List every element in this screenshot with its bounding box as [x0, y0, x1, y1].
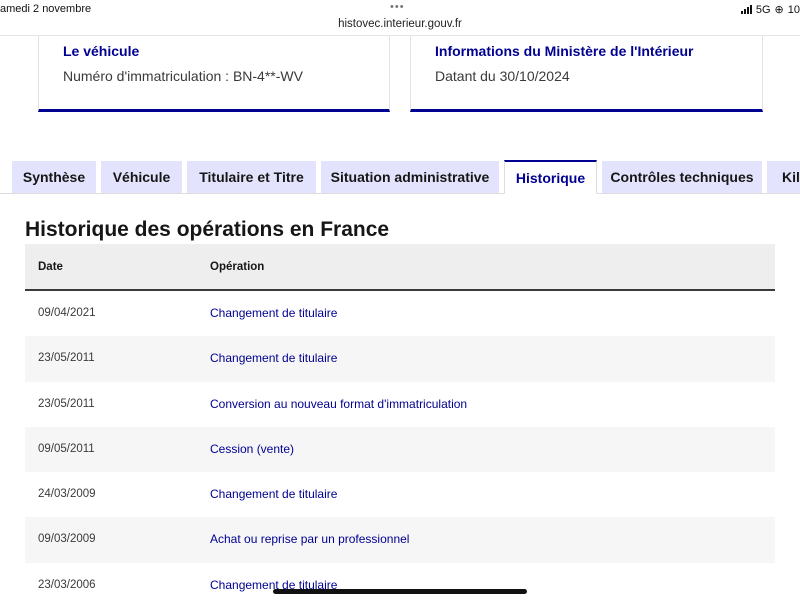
more-dots-icon[interactable]: •••: [390, 1, 405, 13]
row-operation: Conversion au nouveau format d'immatricu…: [210, 396, 468, 411]
table-header: Date Opération: [25, 244, 775, 291]
tab-titulaire-titre[interactable]: Titulaire et Titre: [187, 161, 316, 193]
table-row: 23/05/2011 Conversion au nouveau format …: [25, 381, 775, 427]
column-header-date: Date: [38, 261, 63, 273]
table-row: 09/04/2021 Changement de titulaire: [25, 291, 775, 337]
location-icon: ⊕: [774, 4, 784, 16]
row-operation: Changement de titulaire: [210, 487, 338, 502]
row-operation: Changement de titulaire: [210, 306, 338, 320]
row-date: 09/04/2021: [38, 307, 96, 319]
registration-number: Numéro d'immatriculation : BN-4**-WV: [63, 68, 303, 84]
table-row: 09/03/2009 Achat ou reprise par un profe…: [25, 517, 775, 563]
table-row: 09/05/2011 Cession (vente): [25, 426, 775, 473]
ministry-card-title: Informations du Ministère de l'Intérieur: [435, 43, 694, 59]
table-row: 24/03/2009 Changement de titulaire: [25, 472, 775, 518]
tab-synthese[interactable]: Synthèse: [12, 161, 96, 193]
table-row: 23/05/2011 Changement de titulaire: [25, 336, 775, 382]
status-indicators: 5G ⊕ 10: [740, 3, 800, 16]
row-date: 09/03/2009: [38, 533, 96, 546]
home-indicator[interactable]: [273, 589, 527, 594]
vehicle-card-title: Le véhicule: [63, 43, 140, 59]
row-operation: Achat ou reprise par un professionnel: [210, 532, 410, 547]
row-operation: Cession (vente): [210, 441, 295, 456]
row-operation: Changement de titulaire: [210, 351, 338, 366]
signal-icon: [740, 5, 752, 14]
row-date: 23/03/2006: [38, 578, 96, 591]
page-title: Historique des opérations en France: [25, 218, 390, 241]
row-date: 23/05/2011: [38, 397, 95, 410]
tab-historique[interactable]: Historique: [504, 160, 597, 194]
history-table: Date Opération 09/04/2021 Changement de …: [25, 244, 775, 600]
tab-controles-techniques[interactable]: Contrôles techniques: [602, 161, 762, 193]
ministry-card: Informations du Ministère de l'Intérieur…: [410, 36, 763, 112]
row-date: 23/05/2011: [38, 352, 95, 365]
data-date: Datant du 30/10/2024: [435, 68, 570, 84]
status-datetime: amedi 2 novembre: [0, 3, 92, 15]
battery-label: 10: [787, 3, 800, 16]
tab-kilometrage[interactable]: Kilo: [767, 161, 800, 193]
column-header-operation: Opération: [210, 261, 265, 273]
row-date: 24/03/2009: [38, 488, 96, 501]
tab-vehicule[interactable]: Véhicule: [101, 161, 182, 193]
address-bar-url[interactable]: histovec.interieur.gouv.fr: [0, 18, 800, 30]
tab-bar: Synthèse Véhicule Titulaire et Titre Sit…: [0, 160, 800, 194]
status-bar: amedi 2 novembre ••• histovec.interieur.…: [0, 0, 800, 36]
row-date: 09/05/2011: [38, 442, 95, 455]
network-label: 5G: [755, 3, 771, 16]
vehicle-card: Le véhicule Numéro d'immatriculation : B…: [38, 36, 390, 112]
tab-situation-administrative[interactable]: Situation administrative: [321, 161, 499, 193]
table-row: 23/03/2006 Changement de titulaire: [25, 562, 775, 600]
